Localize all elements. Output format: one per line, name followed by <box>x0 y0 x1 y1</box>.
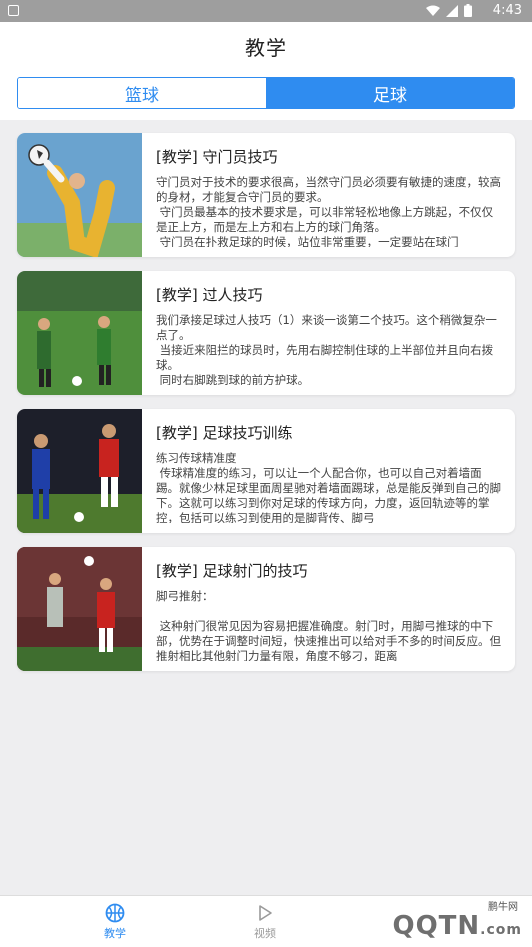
article-title: [教学] 过人技巧 <box>156 286 263 304</box>
wifi-icon <box>426 5 440 16</box>
nav-teaching-label: 教学 <box>104 926 126 940</box>
article-excerpt: 我们承接足球过人技巧（1）来谈一谈第二个技巧。这个稍微复杂一点了。 当接近来阻拦… <box>156 313 497 385</box>
status-bar: 4:43 <box>0 0 532 22</box>
basketball-icon <box>105 903 125 922</box>
play-icon <box>259 904 272 921</box>
nav-video-label: 视频 <box>254 926 276 940</box>
article-excerpt: 脚弓推射： 这种射门很常见因为容易把握准确度。射门时，用脚弓推球的中下部，优势在… <box>156 589 501 661</box>
article-title: [教学] 足球射门的技巧 <box>156 562 308 580</box>
status-icons <box>426 4 472 17</box>
page-title: 教学 <box>245 36 287 60</box>
training-photo <box>17 409 142 533</box>
nav-video[interactable]: 视频 <box>230 896 300 947</box>
article-title: [教学] 守门员技巧 <box>156 148 278 166</box>
goalkeeper-photo <box>17 133 142 257</box>
shooting-photo <box>17 547 142 671</box>
article-card[interactable]: [教学] 过人技巧 我们承接足球过人技巧（1）来谈一谈第二个技巧。这个稍微复杂一… <box>17 271 515 395</box>
article-excerpt: 守门员对于技术的要求很高，当然守门员必须要有敏捷的速度，较高的身材，才能复合守门… <box>156 175 501 247</box>
tab-basketball[interactable]: 篮球 <box>18 78 266 108</box>
article-card[interactable]: [教学] 足球技巧训练 练习传球精准度 传球精准度的练习，可以让一个人配合你，也… <box>17 409 515 533</box>
nav-teaching[interactable]: 教学 <box>0 896 230 947</box>
header: 教学 篮球 足球 <box>0 22 532 120</box>
watermark-logo: 鹏牛网 QQTN.com <box>342 898 522 944</box>
article-title: [教学] 足球技巧训练 <box>156 424 293 442</box>
battery-icon <box>464 4 472 17</box>
tab-football[interactable]: 足球 <box>266 78 514 108</box>
watermark-text: QQTN.com <box>392 911 522 941</box>
article-excerpt: 练习传球精准度 传球精准度的练习，可以让一个人配合你，也可以自己对着墙面踢。就像… <box>156 451 501 523</box>
article-card[interactable]: [教学] 足球射门的技巧 脚弓推射： 这种射门很常见因为容易把握准确度。射门时，… <box>17 547 515 671</box>
signal-icon <box>446 4 458 17</box>
article-card[interactable]: [教学] 守门员技巧 守门员对于技术的要求很高，当然守门员必须要有敏捷的速度，较… <box>17 133 515 257</box>
app-notification-icon <box>8 5 19 16</box>
sport-tabs: 篮球 足球 <box>17 77 515 109</box>
clock: 4:43 <box>492 3 522 18</box>
dribbling-photo <box>17 271 142 395</box>
